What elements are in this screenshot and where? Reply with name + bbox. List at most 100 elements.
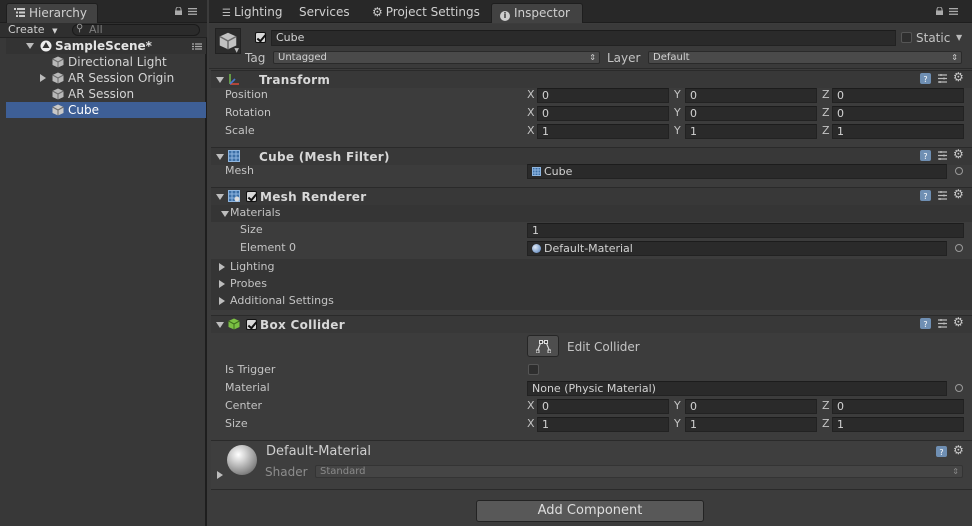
foldout-arrow-icon[interactable] (216, 154, 224, 160)
object-picker-icon[interactable] (955, 384, 963, 392)
layer-dropdown[interactable]: Default ⇕ (648, 51, 962, 64)
active-checkbox[interactable] (255, 32, 266, 43)
rotation-y-label[interactable]: Y (674, 106, 681, 120)
element0-object-field[interactable]: Default-Material (527, 241, 947, 256)
rotation-x-label[interactable]: X (527, 106, 535, 120)
expand-arrow-icon[interactable] (26, 43, 34, 49)
tab-inspector[interactable]: i Inspector (491, 3, 583, 23)
center-x-input[interactable]: 0 (537, 399, 669, 414)
help-icon[interactable]: ? (920, 190, 931, 201)
position-y-label[interactable]: Y (674, 88, 681, 102)
help-icon[interactable]: ? (936, 446, 947, 457)
object-picker-icon[interactable] (955, 167, 963, 175)
hierarchy-item-directional-light[interactable]: Directional Light (6, 54, 206, 70)
lock-icon[interactable] (174, 7, 183, 15)
gear-icon[interactable]: ⚙ (953, 187, 964, 201)
rotation-x-input[interactable]: 0 (537, 106, 669, 121)
static-dropdown-icon[interactable]: ▼ (956, 33, 962, 42)
search-field[interactable]: ⚲ All (72, 23, 200, 36)
tag-dropdown[interactable]: Untagged ⇕ (273, 51, 600, 64)
hierarchy-item-ar-session-origin[interactable]: AR Session Origin (6, 70, 206, 86)
shader-dropdown[interactable]: Standard ⇕ (315, 465, 963, 478)
create-button[interactable]: Create ▼ (8, 23, 57, 37)
materials-size-label: Size (240, 223, 263, 236)
scale-x-label[interactable]: X (527, 124, 535, 138)
gear-icon[interactable]: ⚙ (953, 443, 964, 457)
tab-menu-icon[interactable] (188, 8, 197, 15)
object-icon-dropdown-icon[interactable]: ▼ (234, 47, 239, 54)
scale-z-label[interactable]: Z (822, 124, 830, 138)
scene-menu-icon[interactable] (192, 43, 202, 50)
size-x-input[interactable]: 1 (537, 417, 669, 432)
gear-icon[interactable]: ⚙ (953, 315, 964, 329)
tab-menu-icon[interactable] (949, 8, 958, 15)
size-y-input[interactable]: 1 (685, 417, 817, 432)
position-z-label[interactable]: Z (822, 88, 830, 102)
edit-collider-button[interactable] (527, 335, 559, 357)
preset-icon[interactable] (937, 73, 948, 84)
tab-lighting[interactable]: ☰ Lighting (214, 3, 290, 23)
size-z-label[interactable]: Z (822, 417, 830, 431)
object-name-input[interactable]: Cube (271, 30, 896, 46)
static-checkbox[interactable] (901, 32, 912, 43)
scale-x-input[interactable]: 1 (537, 124, 669, 139)
mesh-filter-header[interactable]: Cube (Mesh Filter) ? ⚙ (211, 147, 972, 165)
materials-foldout[interactable]: Materials (211, 205, 972, 222)
transform-header[interactable]: Transform ? ⚙ (211, 70, 972, 88)
foldout-arrow-icon[interactable] (216, 77, 224, 83)
collapsed-arrow-icon[interactable] (40, 74, 46, 82)
rotation-z-label[interactable]: Z (822, 106, 830, 120)
gear-icon[interactable]: ⚙ (953, 70, 964, 84)
center-y-label[interactable]: Y (674, 399, 681, 413)
collapsed-arrow-icon[interactable] (219, 280, 225, 288)
lock-icon[interactable] (935, 7, 944, 15)
preset-icon[interactable] (937, 150, 948, 161)
center-x-label[interactable]: X (527, 399, 535, 413)
rotation-z-input[interactable]: 0 (832, 106, 964, 121)
rotation-y-input[interactable]: 0 (685, 106, 817, 121)
size-z-input[interactable]: 1 (832, 417, 964, 432)
collapsed-arrow-icon[interactable] (217, 471, 223, 479)
size-x-label[interactable]: X (527, 417, 535, 431)
box-collider-header[interactable]: Box Collider ? ⚙ (211, 315, 972, 333)
foldout-arrow-icon[interactable] (216, 194, 224, 200)
collapsed-arrow-icon[interactable] (219, 297, 225, 305)
help-icon[interactable]: ? (920, 318, 931, 329)
tab-project-settings[interactable]: ⚙ Project Settings (364, 3, 488, 23)
mesh-renderer-header[interactable]: Mesh Renderer ? ⚙ (211, 187, 972, 205)
hierarchy-item-cube[interactable]: Cube (6, 102, 206, 118)
scale-z-input[interactable]: 1 (832, 124, 964, 139)
gear-icon[interactable]: ⚙ (953, 147, 964, 161)
center-z-input[interactable]: 0 (832, 399, 964, 414)
tab-services[interactable]: Services (291, 3, 358, 23)
preset-icon[interactable] (937, 318, 948, 329)
preset-icon[interactable] (937, 190, 948, 201)
position-y-input[interactable]: 0 (685, 88, 817, 103)
is-trigger-checkbox[interactable] (528, 364, 539, 375)
add-component-button[interactable]: Add Component (476, 500, 704, 522)
help-icon[interactable]: ? (920, 73, 931, 84)
mesh-renderer-enabled-checkbox[interactable] (246, 191, 257, 202)
position-x-label[interactable]: X (527, 88, 535, 102)
collider-material-field[interactable]: None (Physic Material) (527, 381, 947, 396)
hierarchy-item-ar-session[interactable]: AR Session (6, 86, 206, 102)
foldout-arrow-icon[interactable] (221, 211, 229, 217)
probes-foldout[interactable]: Probes (211, 276, 972, 293)
materials-size-input[interactable]: 1 (527, 223, 964, 238)
mesh-object-field[interactable]: Cube (527, 164, 947, 179)
size-y-label[interactable]: Y (674, 417, 681, 431)
scale-y-input[interactable]: 1 (685, 124, 817, 139)
lighting-foldout[interactable]: Lighting (211, 259, 972, 276)
box-collider-enabled-checkbox[interactable] (246, 319, 257, 330)
scene-row[interactable]: SampleScene* (6, 38, 206, 54)
help-icon[interactable]: ? (920, 150, 931, 161)
scale-y-label[interactable]: Y (674, 124, 681, 138)
position-z-input[interactable]: 0 (832, 88, 964, 103)
additional-settings-foldout[interactable]: Additional Settings (211, 293, 972, 310)
foldout-arrow-icon[interactable] (216, 322, 224, 328)
object-picker-icon[interactable] (955, 244, 963, 252)
center-z-label[interactable]: Z (822, 399, 830, 413)
position-x-input[interactable]: 0 (537, 88, 669, 103)
center-y-input[interactable]: 0 (685, 399, 817, 414)
collapsed-arrow-icon[interactable] (219, 263, 225, 271)
